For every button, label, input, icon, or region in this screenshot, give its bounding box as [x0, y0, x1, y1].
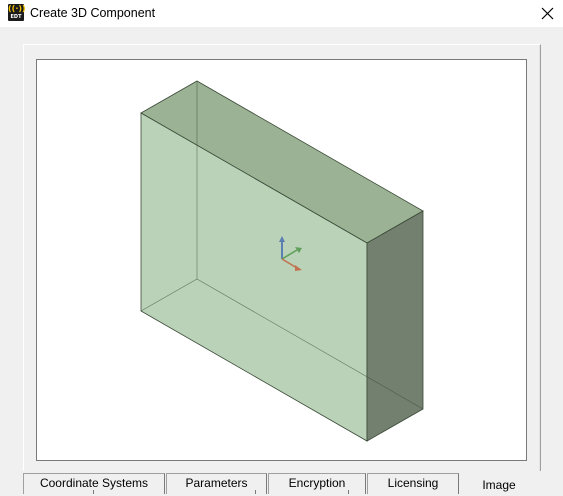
tab-coordinate-systems[interactable]: Coordinate Systems — [23, 473, 165, 494]
tab-parameters[interactable]: Parameters — [166, 473, 267, 494]
tab-label: Licensing — [387, 476, 439, 490]
tab-label: Encryption — [288, 476, 346, 490]
tab-label: Parameters — [185, 476, 248, 490]
title-bar[interactable]: ((·)) EDT Create 3D Component — [0, 0, 563, 27]
tab-label: Coordinate Systems — [39, 476, 149, 490]
3d-box-preview-icon — [140, 80, 424, 442]
app-icon: ((·)) EDT — [8, 4, 26, 21]
window-title: Create 3D Component — [30, 6, 156, 20]
app-icon-glyph: ((·)) — [8, 4, 26, 13]
tab-divider — [348, 490, 349, 494]
tab-encryption[interactable]: Encryption — [268, 473, 366, 494]
close-icon — [541, 7, 554, 20]
tab-strip: Coordinate Systems Parameters Encryption… — [0, 473, 563, 495]
create-3d-component-dialog: ((·)) EDT Create 3D Component Coordinate… — [0, 0, 563, 495]
box-side-face — [366, 210, 424, 442]
app-icon-text: EDT — [10, 14, 22, 20]
close-button[interactable] — [531, 0, 563, 27]
tab-divider — [93, 490, 94, 494]
tab-divider — [255, 490, 256, 494]
tab-image[interactable]: Image — [460, 474, 538, 495]
tab-licensing[interactable]: Licensing — [367, 473, 459, 494]
tab-label: Image — [482, 478, 516, 492]
component-image-preview — [36, 59, 527, 461]
